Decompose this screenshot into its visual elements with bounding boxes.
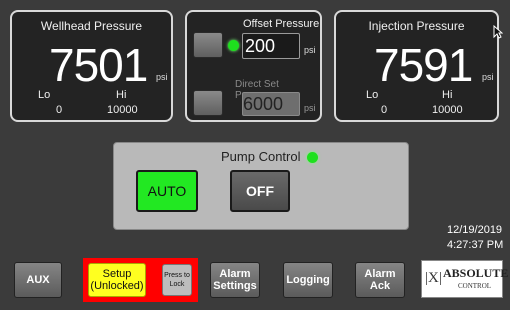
alarm-ack-button[interactable]: Alarm Ack [355,262,405,298]
injection-pressure-value: 7591 [374,39,473,91]
hmi-screen: Wellhead Pressure 7501 psi Lo Hi 0 10000… [0,0,510,310]
wellhead-pressure-panel: Wellhead Pressure 7501 psi Lo Hi 0 10000 [10,10,173,122]
offset-pressure-input[interactable]: 200 [242,33,300,59]
injection-hi-value: 10000 [432,104,463,116]
logging-button[interactable]: Logging [283,262,333,298]
wellhead-lo-value: 0 [56,104,63,116]
alarm-settings-label-1: Alarm [219,268,251,280]
aux-button[interactable]: AUX [14,262,62,298]
setup-group: Setup (Unlocked) Press to Lock [83,258,198,302]
direct-set-enable-button[interactable] [193,90,223,116]
injection-lo-value: 0 [381,104,388,116]
wellhead-hi-value: 10000 [107,104,138,116]
direct-set-pressure-unit: psi [304,103,316,113]
wellhead-lo-label: Lo [38,89,51,101]
alarm-ack-label-1: Alarm [364,268,396,280]
direct-set-pressure-input[interactable]: 6000 [242,92,300,116]
logo-mark: |X| [425,270,442,286]
press-to-lock-label: Press to [164,272,190,279]
injection-pressure-unit: psi [482,72,494,82]
offset-pressure-unit: psi [304,45,316,55]
pump-off-button[interactable]: OFF [230,170,290,212]
direct-set-pressure-value: 6000 [243,94,284,114]
wellhead-pressure-title: Wellhead Pressure [40,19,143,33]
alarm-ack-label-2: Ack [369,280,391,292]
pump-auto-button[interactable]: AUTO [136,170,198,212]
offset-pressure-panel: Offset Pressure 200 psi Direct Set Press… [185,10,322,122]
press-to-lock-button[interactable]: Press to Lock [162,264,192,296]
absolute-control-logo: |X| ABSOLUTE CONTROL [421,260,508,298]
setup-state-label: (Unlocked) [90,280,144,292]
wellhead-pressure-value: 7501 [49,39,148,91]
logo-line-2: CONTROL [458,282,492,290]
setup-button[interactable]: Setup (Unlocked) [88,263,146,297]
offset-pressure-title: Offset Pressure [243,18,320,30]
offset-enable-button[interactable] [193,32,223,58]
wellhead-hi-label: Hi [116,89,127,101]
offset-status-led [228,40,239,51]
setup-label: Setup [102,268,132,280]
current-date: 12/19/2019 [447,224,503,236]
mouse-cursor-icon [493,25,503,39]
logo-line-1: ABSOLUTE [443,266,509,280]
lock-label: Lock [169,281,185,288]
alarm-settings-button[interactable]: Alarm Settings [210,262,260,298]
injection-pressure-panel: Injection Pressure 7591 psi Lo Hi 0 1000… [334,10,499,122]
offset-pressure-value: 200 [244,36,275,56]
wellhead-pressure-unit: psi [156,72,168,82]
pump-control-panel: Pump Control AUTO OFF [113,142,409,230]
pump-control-title: Pump Control [221,149,301,164]
injection-lo-label: Lo [366,89,379,101]
injection-pressure-title: Injection Pressure [368,19,465,33]
pump-status-led [307,152,318,163]
current-time: 4:27:37 PM [447,239,504,251]
injection-hi-label: Hi [442,89,453,101]
alarm-settings-label-2: Settings [213,280,257,292]
